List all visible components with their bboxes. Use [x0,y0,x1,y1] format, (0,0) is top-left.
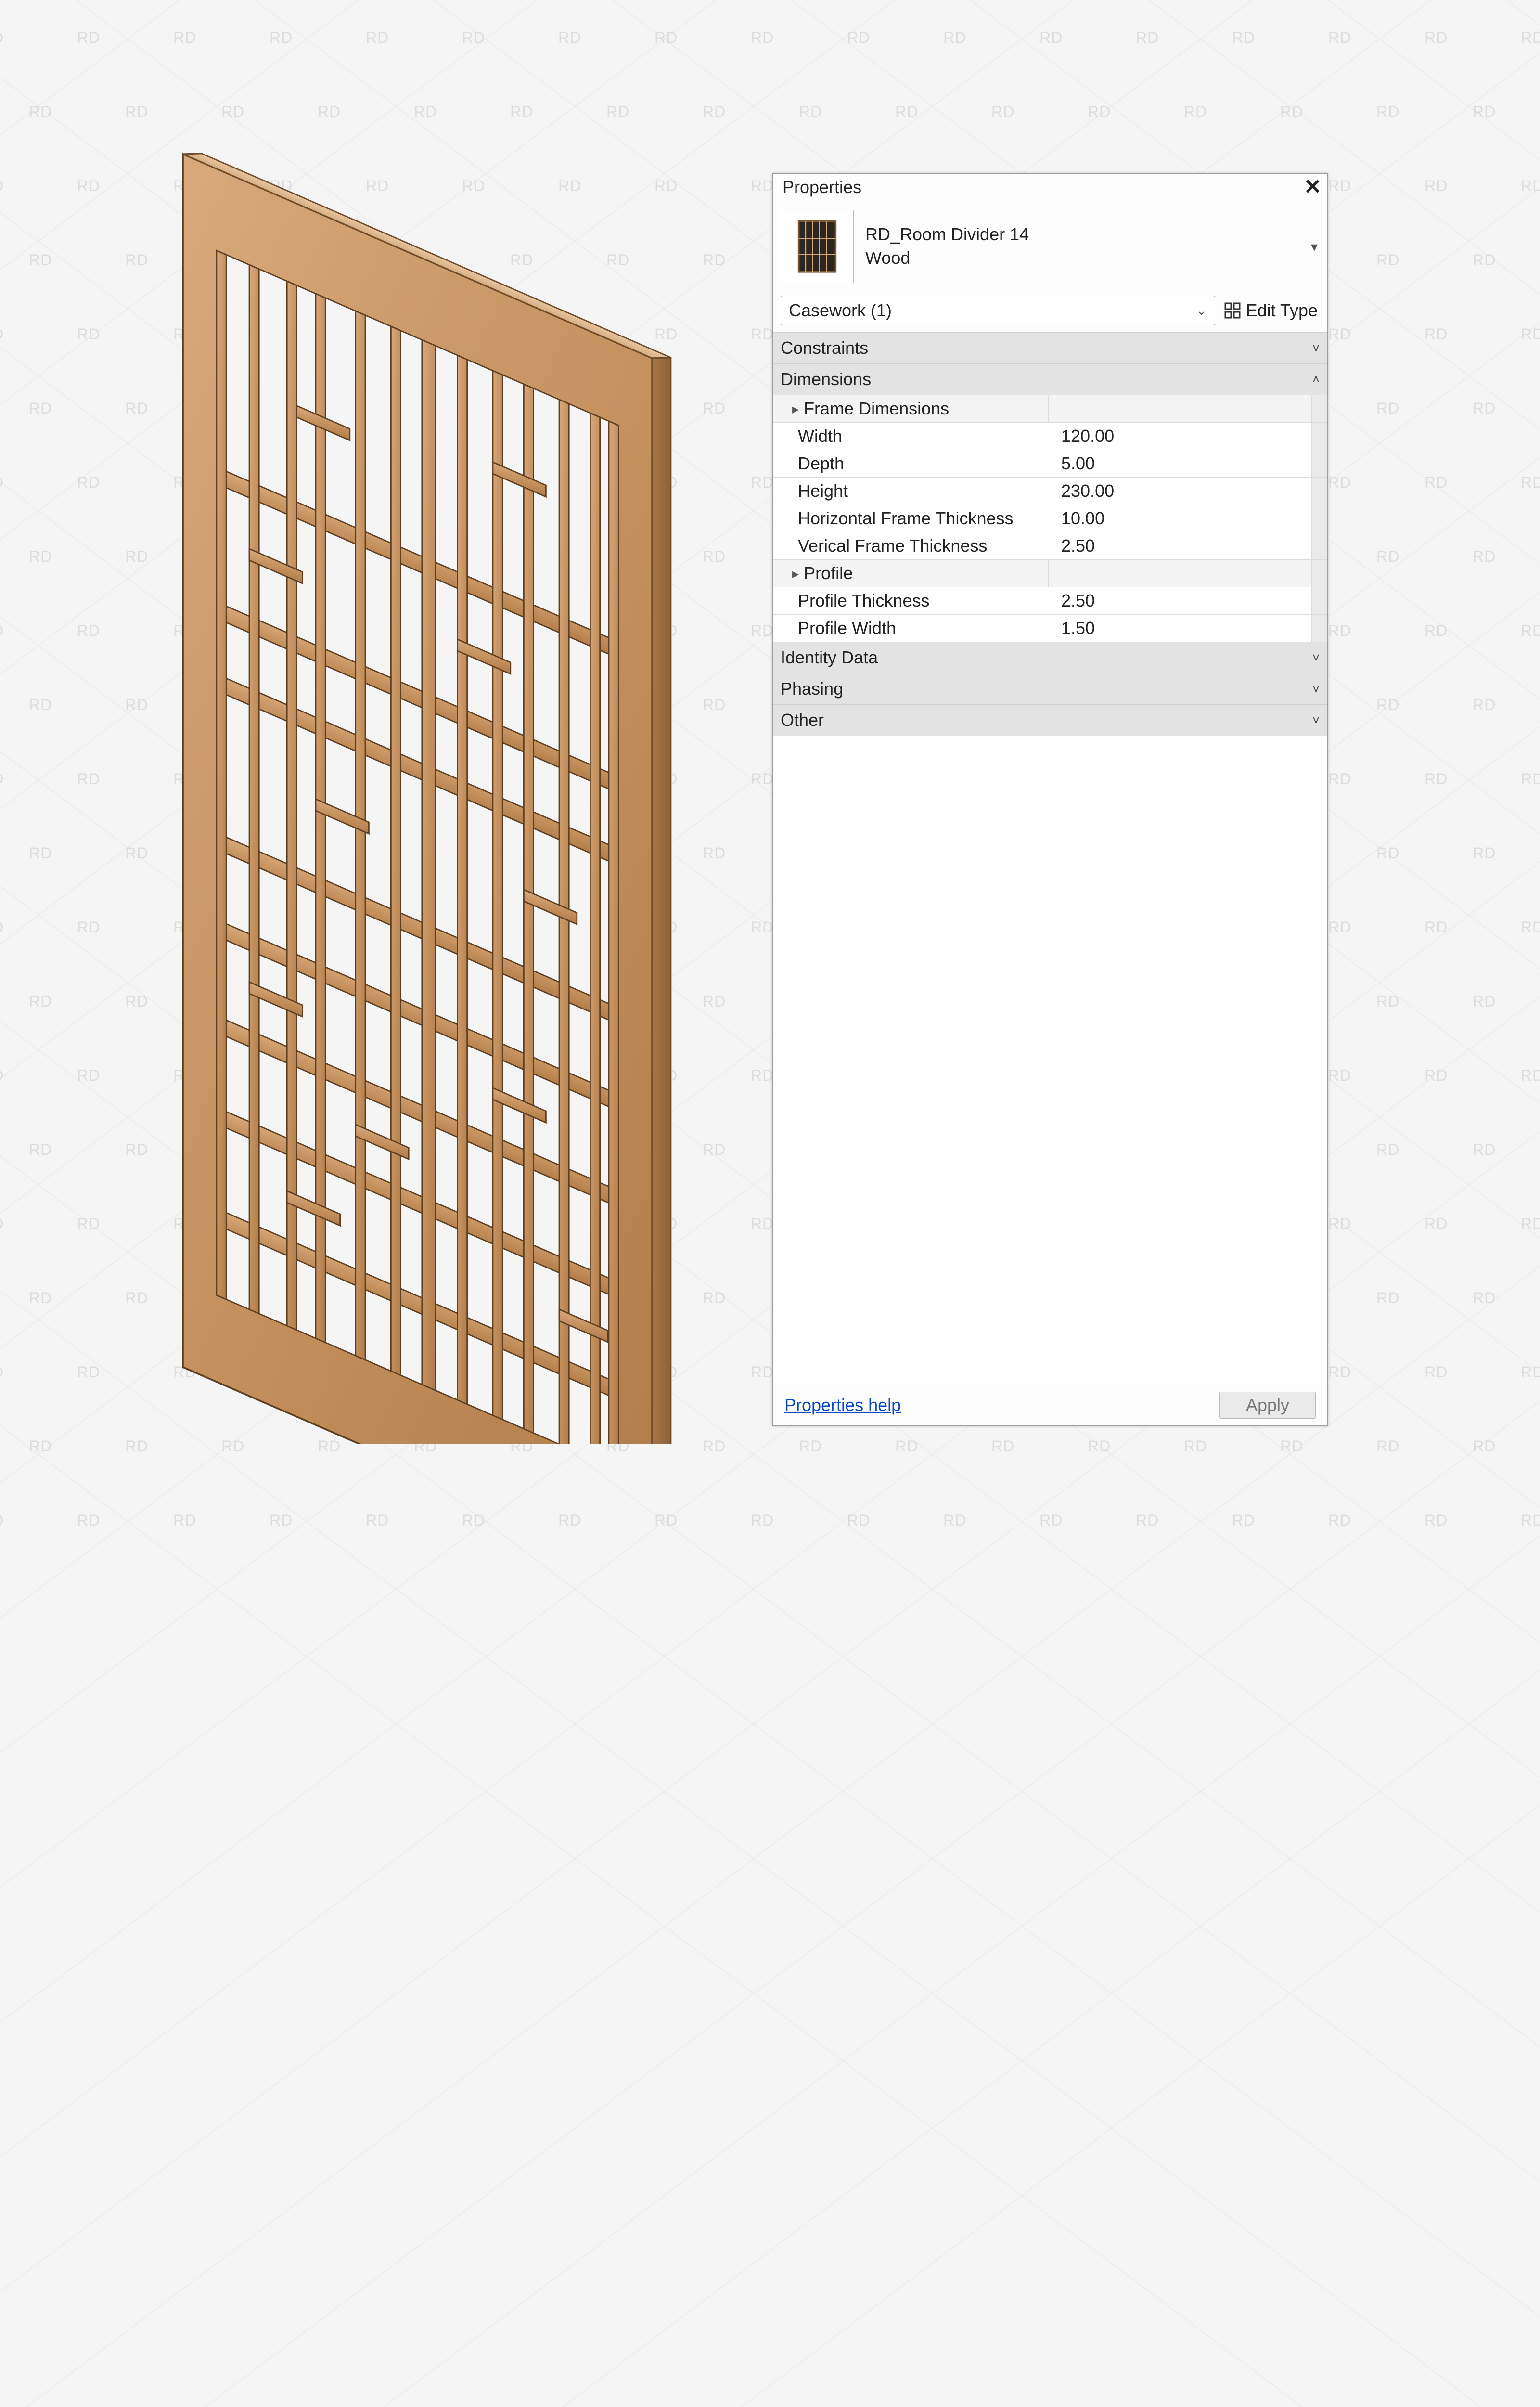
param-row[interactable]: Height230.00 [773,477,1327,505]
param-value[interactable]: 1.50 [1054,615,1311,642]
group-label: Dimensions [781,369,871,389]
chevron-down-icon: ⌄ [1196,303,1207,318]
panel-blank-area [773,736,1327,1385]
panel-title: Properties [783,177,861,197]
param-row[interactable]: Profile Thickness2.50 [773,587,1327,614]
param-label: Profile [773,560,1049,587]
param-assoc-button[interactable] [1311,450,1327,477]
param-row[interactable]: Width120.00 [773,422,1327,450]
chevron-down-icon[interactable]: ▾ [1311,239,1318,255]
group-header-other[interactable]: Other ˅ [773,704,1327,736]
param-row[interactable]: Verical Frame Thickness2.50 [773,532,1327,559]
param-assoc-button[interactable] [1311,615,1327,642]
param-value[interactable]: 5.00 [1054,450,1311,477]
edit-type-icon [1224,302,1241,319]
apply-button[interactable]: Apply [1219,1392,1316,1419]
param-label: Profile Thickness [773,587,1054,614]
param-row[interactable]: Profile Width1.50 [773,614,1327,642]
param-value[interactable]: 10.00 [1054,505,1311,532]
type-selector[interactable]: RD_Room Divider 14 Wood ▾ [773,201,1327,292]
param-assoc-button[interactable] [1311,478,1327,505]
param-value[interactable]: 2.50 [1054,532,1311,559]
category-filter-value: Casework (1) [789,300,892,321]
param-value[interactable]: 2.50 [1054,587,1311,614]
group-header-constraints[interactable]: Constraints ˅ [773,332,1327,363]
group-header-dimensions[interactable]: Dimensions ˄ [773,363,1327,395]
param-value[interactable]: 230.00 [1054,478,1311,505]
param-value[interactable]: 120.00 [1054,423,1311,450]
param-label: Depth [773,450,1054,477]
family-name: RD_Room Divider 14 [865,223,1029,246]
group-label: Identity Data [781,647,878,668]
collapse-icon: ˄ [1312,372,1320,387]
properties-help-link[interactable]: Properties help [784,1395,901,1415]
edit-type-button[interactable]: Edit Type [1224,300,1318,321]
param-assoc-button[interactable] [1311,560,1327,587]
param-label: Profile Width [773,615,1054,642]
param-assoc-button[interactable] [1311,587,1327,614]
group-header-phasing[interactable]: Phasing ˅ [773,673,1327,704]
panel-titlebar[interactable]: Properties ✕ [773,174,1327,201]
param-assoc-button[interactable] [1311,505,1327,532]
type-thumbnail [781,210,854,283]
category-filter-combo[interactable]: Casework (1) ⌄ [781,296,1215,325]
panel-footer: Properties help Apply [773,1385,1327,1425]
expand-icon: ˅ [1312,713,1320,728]
param-label: Horizontal Frame Thickness [773,505,1054,532]
param-label: Verical Frame Thickness [773,532,1054,559]
room-divider-model[interactable] [96,96,770,1444]
type-name: Wood [865,246,1029,270]
param-label: Frame Dimensions [773,395,1049,422]
param-assoc-button[interactable] [1311,532,1327,559]
expand-icon: ˅ [1312,650,1320,665]
param-value [1049,395,1311,422]
group-label: Phasing [781,679,843,699]
param-value [1049,560,1311,587]
param-row[interactable]: Horizontal Frame Thickness10.00 [773,505,1327,532]
expand-icon: ˅ [1312,682,1320,697]
param-row[interactable]: Depth5.00 [773,450,1327,477]
group-label: Other [781,710,824,730]
edit-type-label: Edit Type [1246,300,1318,321]
group-header-identity-data[interactable]: Identity Data ˅ [773,642,1327,673]
expand-icon: ˅ [1312,341,1320,356]
properties-panel: Properties ✕ RD_Room Divider 14 Wood ▾ [772,173,1328,1426]
param-label: Width [773,423,1054,450]
param-assoc-button[interactable] [1311,423,1327,450]
param-assoc-button[interactable] [1311,395,1327,422]
parameter-groups: Constraints ˅ Dimensions ˄ Frame DimensionsW… [773,332,1327,736]
param-subheader[interactable]: Frame Dimensions [773,395,1327,422]
param-label: Height [773,478,1054,505]
close-icon[interactable]: ✕ [1304,177,1322,198]
group-label: Constraints [781,338,868,358]
param-subheader[interactable]: Profile [773,559,1327,587]
